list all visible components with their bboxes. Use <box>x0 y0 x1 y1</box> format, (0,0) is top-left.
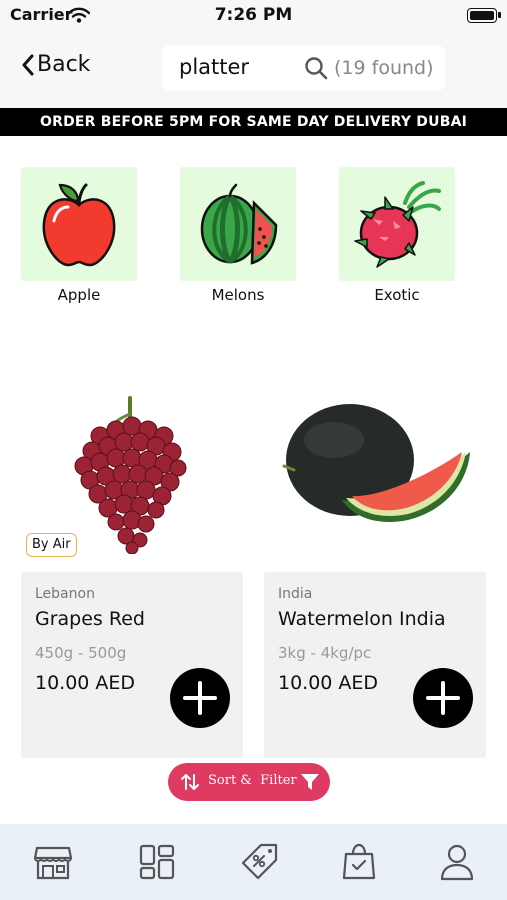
product-card[interactable]: India Watermelon India 3kg - 4kg/pc 10.0… <box>264 572 486 758</box>
search-icon[interactable] <box>304 56 328 80</box>
category-tile[interactable] <box>21 167 137 281</box>
grapes-product-image[interactable] <box>70 396 192 554</box>
category-label: Apple <box>57 286 101 304</box>
search-input[interactable]: platter (19 found) <box>162 45 445 91</box>
clock: 7:26 PM <box>214 5 293 25</box>
category-exotic[interactable]: Exotic <box>339 167 455 304</box>
category-tile[interactable] <box>180 167 296 281</box>
tab-cart[interactable] <box>339 842 379 882</box>
result-count: (19 found) <box>334 57 434 79</box>
product-origin: India <box>278 586 313 602</box>
offers-tag-icon <box>241 843 278 880</box>
back-label: Back <box>37 52 91 77</box>
category-label: Exotic <box>374 286 420 304</box>
tab-offers[interactable] <box>239 842 279 882</box>
search-query[interactable]: platter <box>179 55 249 79</box>
add-to-cart-button[interactable] <box>170 668 230 728</box>
category-label: Melons <box>211 286 265 304</box>
category-apple[interactable]: Apple <box>21 167 137 304</box>
sort-filter-label: Sort & Filter <box>208 773 297 788</box>
sort-filter-button[interactable]: Sort & Filter <box>168 763 330 801</box>
category-melons[interactable]: Melons <box>180 167 296 304</box>
product-price: 10.00 AED <box>35 672 136 694</box>
product-price: 10.00 AED <box>278 672 379 694</box>
by-air-badge: By Air <box>26 533 77 557</box>
bottom-tab-bar <box>0 824 507 900</box>
watermelon-product-image[interactable] <box>278 400 474 530</box>
product-name[interactable]: Watermelon India <box>278 608 446 630</box>
profile-icon <box>440 844 474 881</box>
tab-store[interactable] <box>33 842 73 882</box>
product-origin: Lebanon <box>35 586 95 602</box>
back-button[interactable]: Back <box>22 52 90 77</box>
chevron-left-icon <box>22 54 34 75</box>
category-tile[interactable] <box>339 167 455 281</box>
categories-icon <box>139 844 175 880</box>
battery-icon <box>467 8 501 23</box>
product-weight: 450g - 500g <box>35 644 127 662</box>
apple-icon <box>42 183 116 267</box>
add-to-cart-button[interactable] <box>413 668 473 728</box>
store-icon <box>33 846 73 880</box>
filter-funnel-icon <box>301 774 319 790</box>
sort-arrows-icon <box>181 774 199 790</box>
product-card[interactable]: Lebanon Grapes Red 450g - 500g 10.00 AED <box>21 572 243 758</box>
watermelon-icon <box>200 183 278 265</box>
product-weight: 3kg - 4kg/pc <box>278 644 372 662</box>
tab-profile[interactable] <box>437 842 477 882</box>
search-header: Back platter (19 found) <box>0 30 507 108</box>
delivery-banner: ORDER BEFORE 5PM FOR SAME DAY DELIVERY D… <box>0 108 507 136</box>
tab-categories[interactable] <box>137 842 177 882</box>
product-name[interactable]: Grapes Red <box>35 608 145 630</box>
status-bar: Carrier 7:26 PM <box>0 0 507 30</box>
dragonfruit-icon <box>354 181 441 268</box>
shopping-bag-icon <box>342 843 376 880</box>
